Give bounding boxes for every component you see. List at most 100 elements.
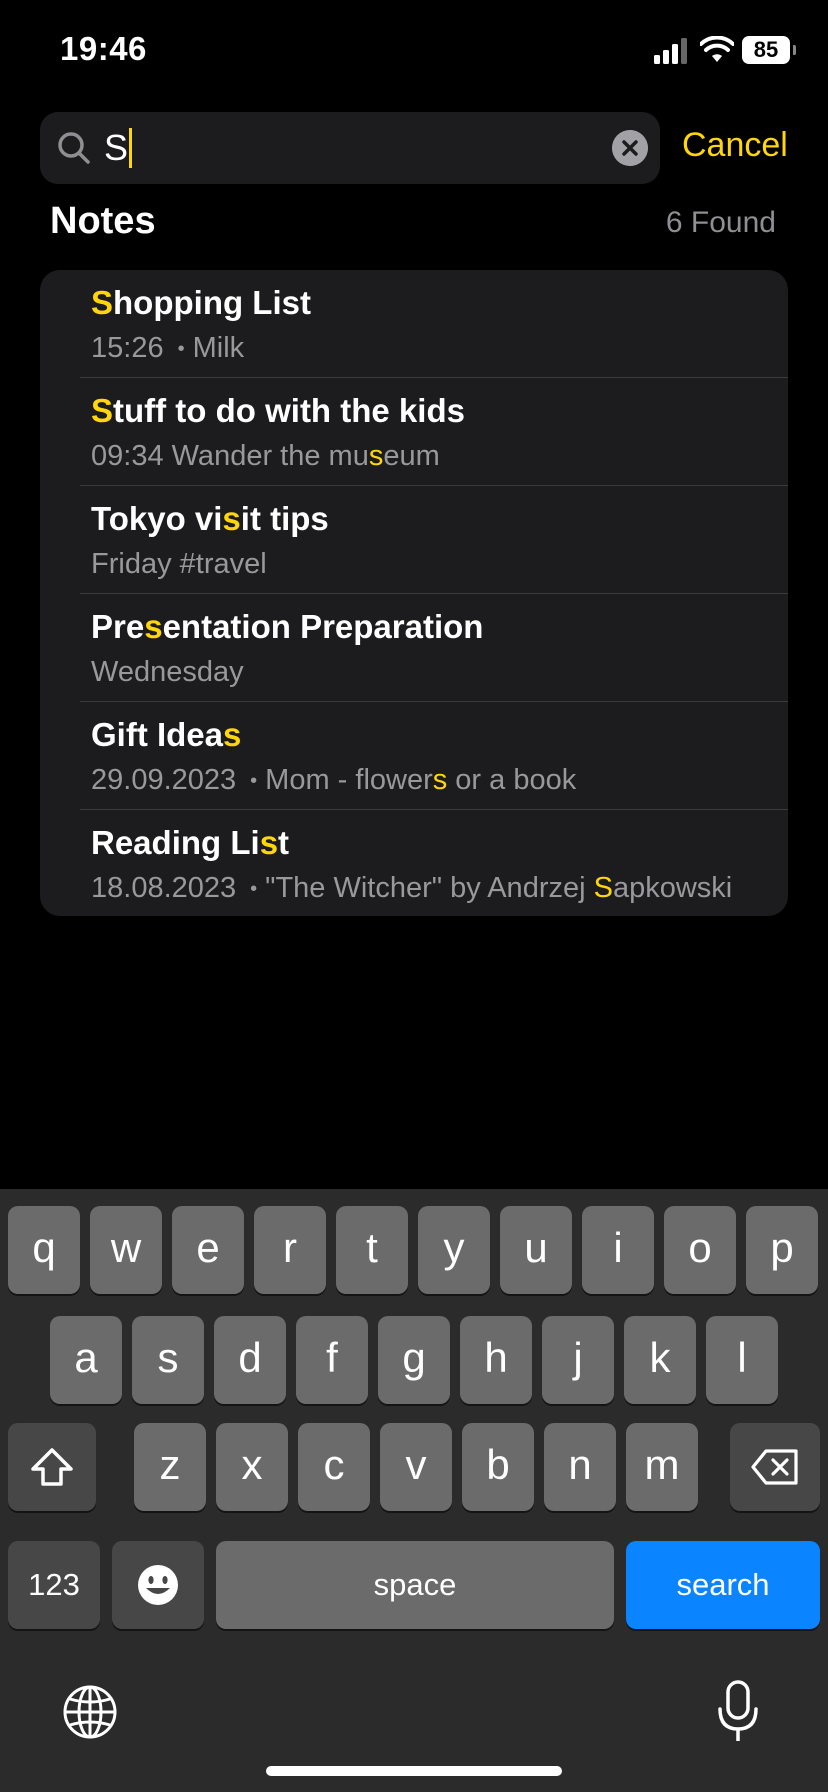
key-l[interactable]: l: [706, 1316, 778, 1404]
emoji-icon: [138, 1565, 178, 1605]
shift-key[interactable]: [8, 1423, 96, 1511]
note-result-row[interactable]: Tokyo visit tips Friday #travel: [40, 486, 788, 594]
key-v[interactable]: v: [380, 1423, 452, 1511]
separator-dot: •: [177, 337, 185, 360]
note-subtitle: 15:26 • Milk: [91, 332, 244, 365]
match-highlight: s: [368, 440, 384, 472]
status-bar: 19:46 85: [0, 0, 828, 100]
note-result-row[interactable]: Stuff to do with the kids 09:34 Wander t…: [40, 378, 788, 486]
match-highlight: S: [593, 872, 613, 904]
search-field[interactable]: S: [40, 112, 660, 184]
key-y[interactable]: y: [418, 1206, 490, 1294]
key-t[interactable]: t: [336, 1206, 408, 1294]
key-d[interactable]: d: [214, 1316, 286, 1404]
key-b[interactable]: b: [462, 1423, 534, 1511]
microphone-icon[interactable]: [716, 1679, 760, 1745]
cancel-button[interactable]: Cancel: [682, 126, 788, 165]
note-subtitle: 18.08.2023 • "The Witcher" by Andrzej Sapk…: [91, 872, 732, 905]
home-indicator: [266, 1766, 562, 1776]
delete-key[interactable]: [730, 1423, 820, 1511]
text-segment: hopping List: [113, 284, 311, 321]
key-e[interactable]: e: [172, 1206, 244, 1294]
note-subtitle: Wednesday: [91, 656, 244, 689]
text-segment: or a book: [447, 764, 577, 796]
shift-icon: [31, 1448, 73, 1486]
text-segment: Pre: [91, 608, 145, 645]
note-subtitle: Friday #travel: [91, 548, 267, 581]
key-q[interactable]: q: [8, 1206, 80, 1294]
note-result-row[interactable]: Shopping List 15:26 • Milk: [40, 270, 788, 378]
text-segment: Wander the mu: [171, 440, 369, 472]
note-result-row[interactable]: Gift Ideas 29.09.2023 • Mom - flowers or a…: [40, 702, 788, 810]
text-segment: Gift Idea: [91, 716, 224, 753]
found-count: 6 Found: [665, 206, 776, 239]
key-c[interactable]: c: [298, 1423, 370, 1511]
text-segment: Reading Li: [91, 824, 260, 861]
search-icon: [58, 132, 90, 164]
key-m[interactable]: m: [626, 1423, 698, 1511]
note-title: Reading List: [91, 824, 289, 862]
search-input[interactable]: S: [104, 126, 133, 170]
section-title: Notes: [50, 200, 156, 242]
key-s[interactable]: s: [132, 1316, 204, 1404]
note-date: 15:26: [91, 332, 164, 364]
globe-icon[interactable]: [62, 1684, 118, 1740]
key-a[interactable]: a: [50, 1316, 122, 1404]
text-segment: tuff to do with the kids: [113, 392, 465, 429]
search-results-list: Shopping List 15:26 • Milk Stuff to do wit…: [40, 270, 788, 916]
key-o[interactable]: o: [664, 1206, 736, 1294]
key-f[interactable]: f: [296, 1316, 368, 1404]
text-segment: eum: [383, 440, 440, 472]
match-highlight: S: [91, 392, 114, 429]
text-segment: Milk: [192, 332, 245, 364]
text-segment: Mom - flower: [265, 764, 433, 796]
match-highlight: S: [91, 284, 114, 321]
text-segment: it tips: [240, 500, 329, 537]
note-date: Friday: [91, 548, 172, 580]
numbers-key[interactable]: 123: [8, 1541, 100, 1629]
note-title: Stuff to do with the kids: [91, 392, 465, 430]
text-cursor: [129, 128, 133, 169]
space-key-label: space: [373, 1567, 457, 1602]
note-subtitle: 09:34 Wander the museum: [91, 440, 440, 473]
key-r[interactable]: r: [254, 1206, 326, 1294]
key-i[interactable]: i: [582, 1206, 654, 1294]
note-result-row[interactable]: Reading List 18.08.2023 • "The Witcher" by…: [40, 810, 788, 916]
emoji-key[interactable]: [112, 1541, 204, 1629]
note-date: 18.08.2023: [91, 872, 237, 904]
note-title: Gift Ideas: [91, 716, 241, 754]
keyboard: qwertyuiop asdfghjkl zxcvbnm 123 space s…: [0, 1189, 828, 1792]
key-w[interactable]: w: [90, 1206, 162, 1294]
key-k[interactable]: k: [624, 1316, 696, 1404]
note-title: Tokyo visit tips: [91, 500, 329, 538]
note-date: 09:34: [91, 440, 164, 472]
key-z[interactable]: z: [134, 1423, 206, 1511]
note-result-row[interactable]: Presentation Preparation Wednesday: [40, 594, 788, 702]
space-key[interactable]: space: [216, 1541, 614, 1629]
match-highlight: s: [223, 716, 242, 753]
match-highlight: s: [432, 764, 448, 796]
note-date: 29.09.2023: [91, 764, 237, 796]
note-title: Presentation Preparation: [91, 608, 483, 646]
key-p[interactable]: p: [746, 1206, 818, 1294]
match-highlight: s: [222, 500, 241, 537]
text-segment: "The Witcher" by Andrzej: [265, 872, 594, 904]
key-x[interactable]: x: [216, 1423, 288, 1511]
key-u[interactable]: u: [500, 1206, 572, 1294]
key-h[interactable]: h: [460, 1316, 532, 1404]
key-n[interactable]: n: [544, 1423, 616, 1511]
search-query: S: [104, 127, 129, 168]
note-title: Shopping List: [91, 284, 311, 322]
backspace-icon: [751, 1449, 798, 1485]
status-time: 19:46: [60, 30, 147, 67]
key-g[interactable]: g: [378, 1316, 450, 1404]
cellular-signal-icon: [654, 38, 688, 64]
match-highlight: s: [259, 824, 279, 861]
key-j[interactable]: j: [542, 1316, 614, 1404]
numbers-key-label: 123: [28, 1567, 80, 1602]
search-key[interactable]: search: [626, 1541, 820, 1629]
clear-search-button[interactable]: [612, 130, 648, 166]
separator-dot: •: [250, 769, 258, 792]
text-segment: #travel: [179, 548, 267, 580]
text-segment: entation Preparation: [162, 608, 484, 645]
